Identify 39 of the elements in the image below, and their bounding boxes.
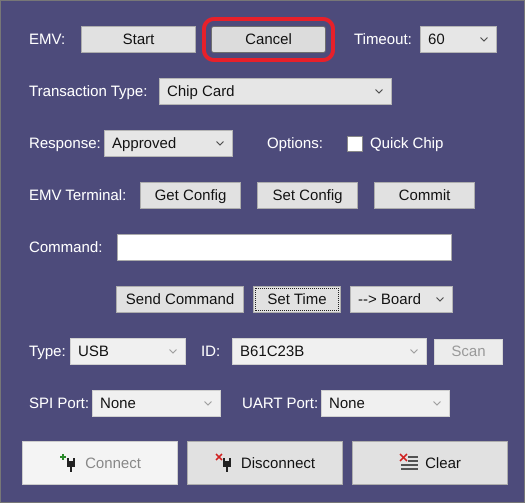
chevron-icon bbox=[375, 89, 383, 94]
uart-port-dropdown[interactable]: None bbox=[321, 390, 450, 417]
chevron-icon bbox=[216, 141, 224, 146]
options-label: Options: bbox=[267, 135, 323, 152]
chevron-icon bbox=[433, 401, 441, 406]
command-button[interactable]: Send Command bbox=[116, 286, 244, 313]
emv-terminal-label: EMV Terminal: bbox=[29, 187, 126, 204]
type-dropdown[interactable]: USB bbox=[70, 338, 186, 365]
command-field[interactable] bbox=[117, 234, 452, 261]
quick-chip-label[interactable]: Quick Chip bbox=[370, 135, 444, 152]
terminal-button[interactable]: Commit bbox=[374, 182, 475, 209]
chevron-icon bbox=[410, 349, 418, 354]
terminal-button[interactable]: Set Config bbox=[257, 182, 358, 209]
chevron-icon bbox=[436, 297, 444, 302]
spi-port-label: SPI Port: bbox=[29, 395, 90, 412]
response-dropdown[interactable]: Approved bbox=[104, 130, 233, 157]
type-label: Type: bbox=[29, 343, 66, 360]
spi-port-dropdown[interactable]: None bbox=[92, 390, 221, 417]
timeout-label: Timeout: bbox=[354, 31, 412, 48]
clear-list-icon bbox=[399, 453, 420, 473]
timeout-dropdown[interactable]: 60 bbox=[420, 26, 497, 53]
quick-chip-checkbox[interactable] bbox=[347, 136, 363, 152]
response-label: Response: bbox=[29, 135, 101, 152]
chevron-icon bbox=[169, 349, 177, 354]
transaction-type-label: Transaction Type: bbox=[29, 83, 148, 100]
action-button[interactable]: Disconnect bbox=[187, 441, 343, 485]
target-dropdown[interactable]: --> Board bbox=[350, 286, 453, 313]
id-label: ID: bbox=[201, 343, 220, 360]
command-label: Command: bbox=[29, 239, 102, 256]
chevron-icon bbox=[204, 401, 212, 406]
command-button[interactable]: Set Time bbox=[253, 286, 341, 313]
emv-button[interactable]: Start bbox=[81, 26, 196, 53]
terminal-button[interactable]: Get Config bbox=[140, 182, 241, 209]
uart-port-label: UART Port: bbox=[242, 395, 318, 412]
transaction-type-dropdown[interactable]: Chip Card bbox=[159, 78, 392, 105]
chevron-icon bbox=[480, 37, 488, 42]
emv-label: EMV: bbox=[29, 31, 66, 48]
id-dropdown[interactable]: B61C23B bbox=[232, 338, 427, 365]
action-button[interactable]: Clear bbox=[352, 441, 508, 485]
